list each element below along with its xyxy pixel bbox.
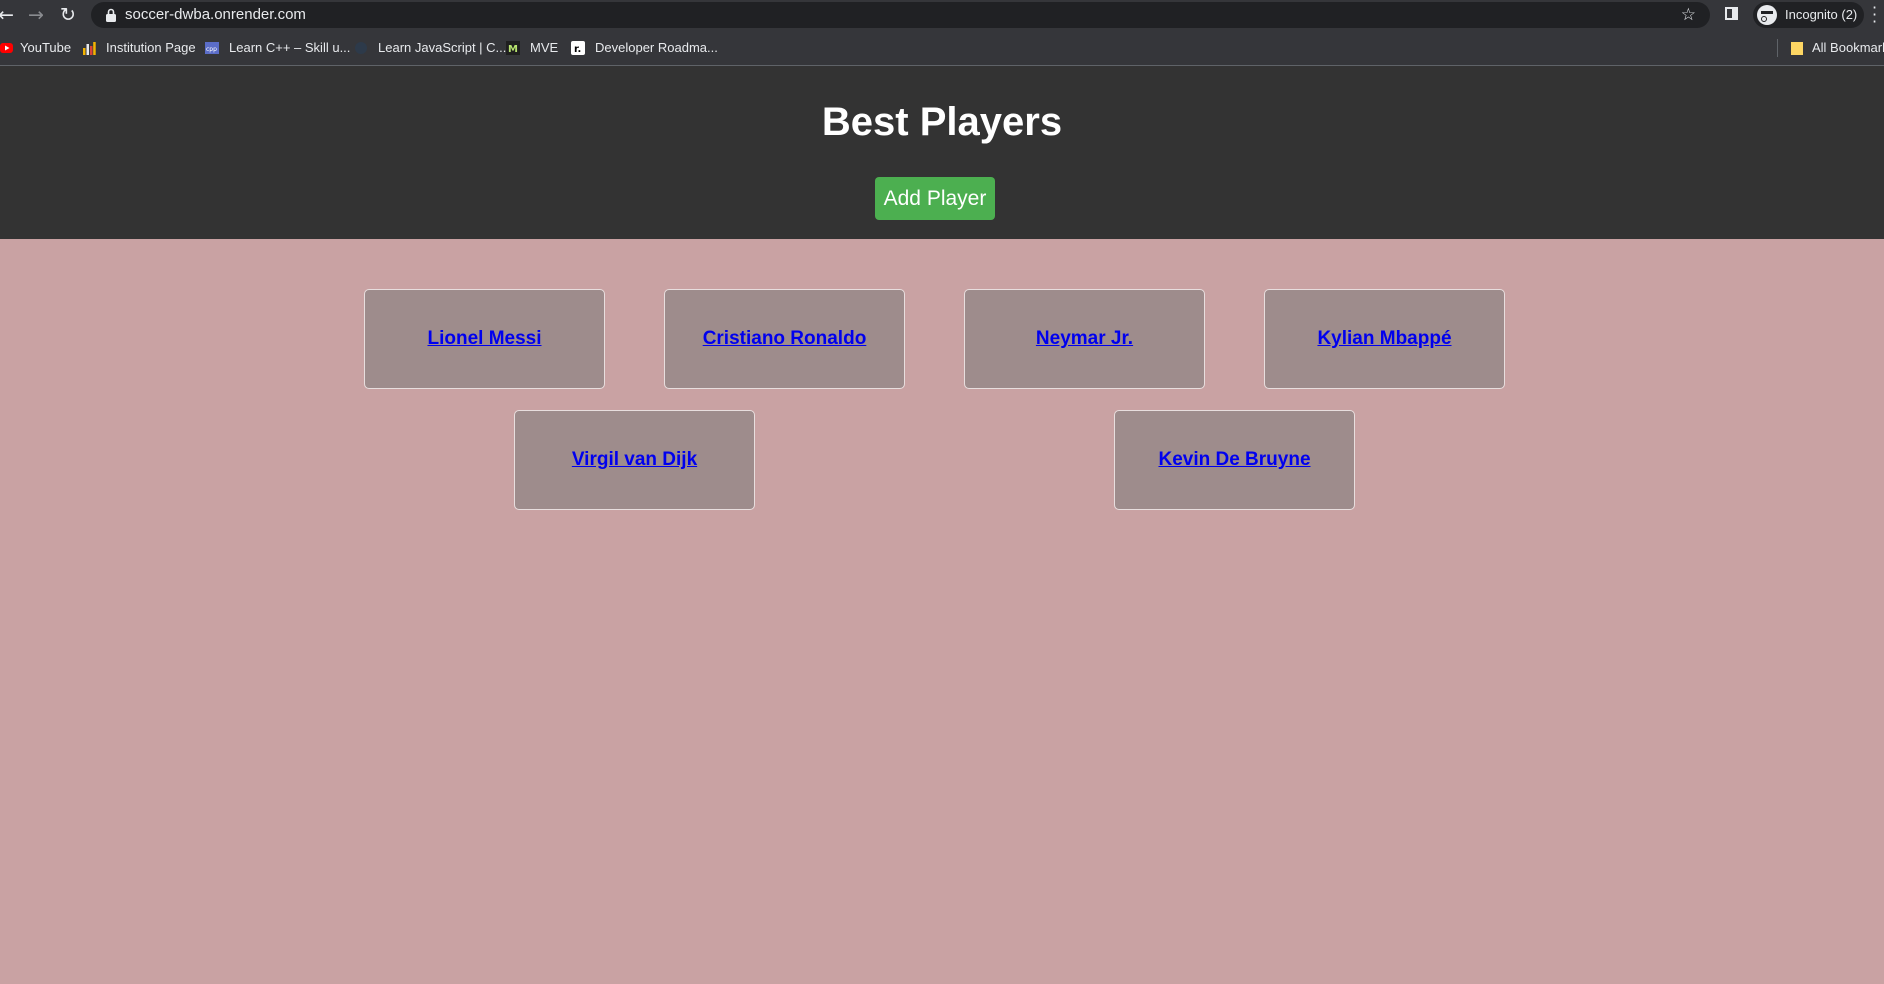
incognito-icon <box>1757 5 1777 25</box>
js-icon <box>355 42 367 54</box>
player-card[interactable]: Kylian Mbappé <box>1264 289 1505 389</box>
player-link[interactable]: Kylian Mbappé <box>1317 328 1451 350</box>
url-text: soccer-dwba.onrender.com <box>125 6 306 23</box>
bookmarks-bar: YouTube Institution Page cpp Learn C++ –… <box>0 30 1884 66</box>
player-link[interactable]: Virgil van Dijk <box>572 449 697 471</box>
svg-text:M: M <box>508 44 518 55</box>
player-link[interactable]: Kevin De Bruyne <box>1158 449 1310 471</box>
bookmark-learn-javascript[interactable]: Learn JavaScript | C... <box>378 30 506 65</box>
player-link[interactable]: Cristiano Ronaldo <box>703 328 867 350</box>
side-panel-icon[interactable] <box>1725 7 1738 20</box>
bookmark-institution-page[interactable]: Institution Page <box>106 30 196 65</box>
lock-icon <box>106 8 116 22</box>
back-icon[interactable]: ← <box>0 3 18 27</box>
svg-text:r.: r. <box>574 44 581 55</box>
page-header: Best Players Add Player <box>0 66 1884 239</box>
page-title: Best Players <box>821 100 1063 144</box>
player-card[interactable]: Virgil van Dijk <box>514 410 755 510</box>
incognito-button[interactable]: Incognito (2) <box>1753 2 1864 28</box>
folder-icon <box>1791 42 1803 55</box>
reload-icon[interactable]: ↻ <box>56 3 80 27</box>
all-bookmarks[interactable]: All Bookmarks <box>1812 30 1884 65</box>
browser-menu-icon[interactable]: · · · <box>1872 0 1877 30</box>
player-card[interactable]: Lionel Messi <box>364 289 605 389</box>
player-card[interactable]: Kevin De Bruyne <box>1114 410 1355 510</box>
bookmarks-divider <box>1777 39 1778 57</box>
player-link[interactable]: Neymar Jr. <box>1036 328 1133 350</box>
bookmark-mve[interactable]: MVE <box>530 30 558 65</box>
bookmark-learn-cpp[interactable]: Learn C++ – Skill u... <box>229 30 350 65</box>
mve-icon: M <box>506 41 520 55</box>
roadmap-icon: r. <box>571 41 585 55</box>
incognito-label: Incognito (2) <box>1785 7 1858 22</box>
svg-text:cpp: cpp <box>206 46 217 53</box>
player-link[interactable]: Lionel Messi <box>427 328 541 350</box>
player-card[interactable]: Neymar Jr. <box>964 289 1205 389</box>
browser-toolbar: ← → ↻ soccer-dwba.onrender.com ☆ Incogni… <box>0 0 1884 30</box>
player-card[interactable]: Cristiano Ronaldo <box>664 289 905 389</box>
bookmark-developer-roadmap[interactable]: Developer Roadma... <box>595 30 718 65</box>
cpp-icon: cpp <box>205 42 219 54</box>
bar-chart-icon <box>83 42 96 55</box>
bookmark-youtube[interactable]: YouTube <box>20 30 71 65</box>
bookmark-star-icon[interactable]: ☆ <box>1681 2 1696 28</box>
youtube-icon <box>0 43 13 53</box>
address-bar[interactable]: soccer-dwba.onrender.com ☆ <box>91 2 1710 28</box>
add-player-button[interactable]: Add Player <box>875 177 995 220</box>
forward-icon[interactable]: → <box>24 3 48 27</box>
